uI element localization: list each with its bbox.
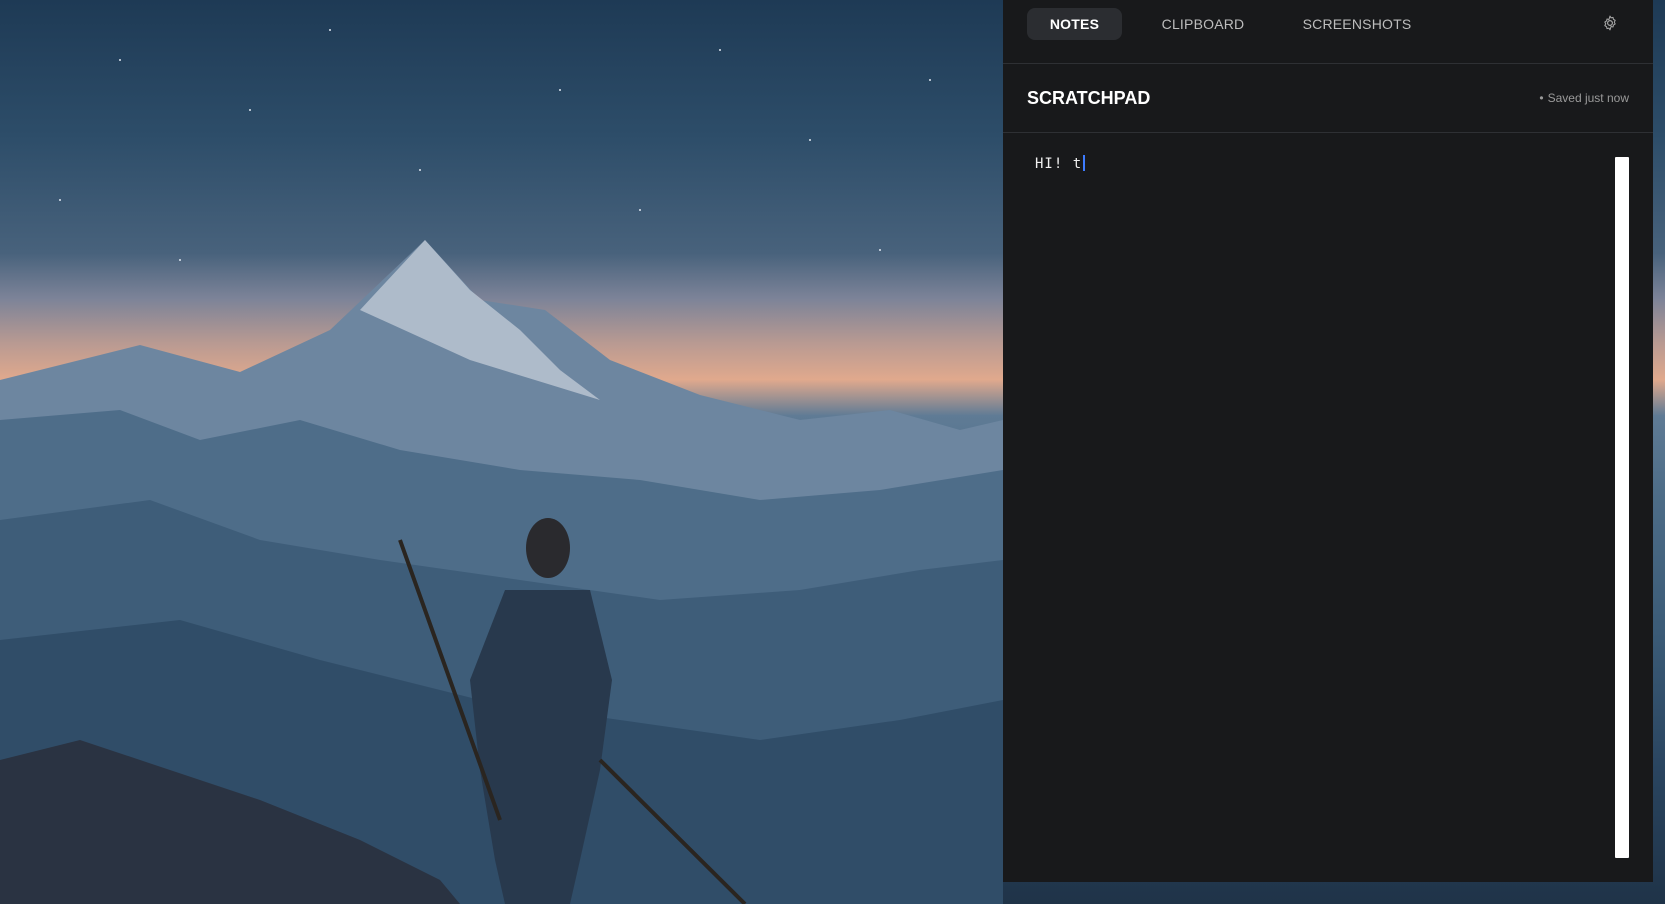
- status-dot: •: [1539, 91, 1544, 105]
- tab-clipboard[interactable]: CLIPBOARD: [1147, 8, 1259, 40]
- save-status-text: Saved just now: [1547, 91, 1629, 105]
- editor-text: HI! t: [1035, 156, 1083, 172]
- tab-notes[interactable]: NOTES: [1027, 8, 1122, 40]
- gear-icon[interactable]: [1601, 14, 1619, 32]
- notes-panel: NOTES CLIPBOARD SCREENSHOTS SCRATCHPAD •…: [1003, 0, 1653, 882]
- page-title: SCRATCHPAD: [1027, 88, 1151, 108]
- text-caret: [1083, 155, 1086, 171]
- tab-bar: NOTES CLIPBOARD SCREENSHOTS: [1003, 0, 1653, 64]
- editor-scrollbar[interactable]: [1615, 157, 1629, 858]
- scratchpad-editor[interactable]: HI! t: [1027, 155, 1597, 855]
- save-status: • Saved just now: [1539, 91, 1629, 105]
- tab-screenshots[interactable]: SCREENSHOTS: [1293, 8, 1421, 40]
- scratchpad-header: SCRATCHPAD • Saved just now: [1003, 64, 1653, 133]
